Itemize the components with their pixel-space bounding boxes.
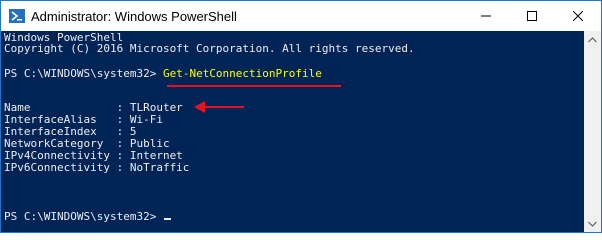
command-text: Get-NetConnectionProfile — [162, 67, 322, 80]
minimize-icon — [481, 15, 491, 17]
command-line: PS C:\WINDOWS\system32> Get-NetConnectio… — [4, 68, 322, 80]
text-cursor — [163, 218, 171, 220]
scroll-up-button[interactable] — [584, 31, 601, 48]
vertical-scrollbar[interactable] — [584, 31, 601, 232]
command-underline-annotation — [167, 85, 341, 87]
chevron-down-icon — [588, 221, 597, 227]
prompt: PS C:\WINDOWS\system32> — [4, 210, 163, 223]
window-controls — [463, 1, 601, 31]
console-area[interactable]: Windows PowerShell Copyright (C) 2016 Mi… — [1, 31, 584, 232]
output-line: IPv6Connectivity : NoTraffic — [4, 161, 190, 174]
powershell-icon — [9, 9, 25, 23]
chevron-up-icon — [588, 36, 597, 42]
maximize-button[interactable] — [509, 1, 555, 31]
minimize-button[interactable] — [463, 1, 509, 31]
scroll-down-button[interactable] — [584, 215, 601, 232]
close-icon — [573, 11, 583, 21]
prompt: PS C:\WINDOWS\system32> — [4, 67, 163, 80]
prompt-line: PS C:\WINDOWS\system32> — [4, 211, 171, 223]
maximize-icon — [527, 11, 537, 21]
powershell-window: Administrator: Windows PowerShell Window… — [0, 0, 602, 233]
copyright-line: Copyright (C) 2016 Microsoft Corporation… — [4, 42, 415, 55]
close-button[interactable] — [555, 1, 601, 31]
title-bar[interactable]: Administrator: Windows PowerShell — [1, 1, 601, 31]
red-arrow-annotation — [194, 101, 244, 113]
window-title: Administrator: Windows PowerShell — [31, 8, 237, 24]
